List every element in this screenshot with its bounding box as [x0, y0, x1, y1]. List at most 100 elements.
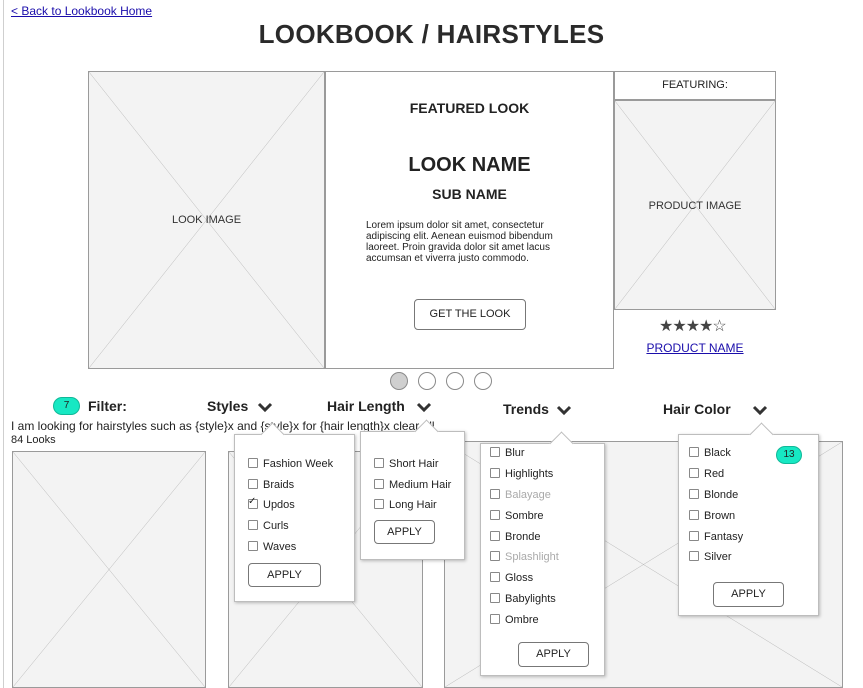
checkbox[interactable] — [490, 614, 500, 624]
chevron-down-icon[interactable] — [556, 404, 572, 416]
hair-color-apply-button[interactable]: APPLY — [713, 582, 784, 607]
option-label: Short Hair — [389, 458, 439, 470]
chevron-down-icon[interactable] — [416, 401, 432, 413]
hair-color-option-blonde[interactable]: Blonde — [689, 489, 738, 501]
trends-option-blur[interactable]: Blur — [490, 447, 525, 459]
checkbox[interactable] — [490, 510, 500, 520]
carousel-dot-2[interactable] — [418, 372, 436, 390]
hair-color-count-badge: 13 — [776, 446, 802, 464]
trends-option-highlights[interactable]: Highlights — [490, 468, 553, 480]
styles-option-braids[interactable]: Braids — [248, 479, 294, 491]
option-label: Blur — [505, 447, 525, 459]
checkbox[interactable] — [689, 510, 699, 520]
styles-option-updos[interactable]: Updos — [248, 496, 295, 511]
option-label: Black — [704, 447, 731, 459]
checkbox[interactable] — [374, 458, 384, 468]
featured-look-panel: FEATURED LOOK LOOK NAME SUB NAME Lorem i… — [325, 71, 614, 369]
option-label: Braids — [263, 479, 295, 491]
hair-color-option-brown[interactable]: Brown — [689, 510, 735, 522]
filter-count-badge: 7 — [53, 397, 80, 415]
checkbox[interactable] — [689, 447, 699, 457]
hair-color-option-black[interactable]: Black — [689, 447, 731, 459]
panel-pointer — [549, 431, 574, 456]
carousel-dot-3[interactable] — [446, 372, 464, 390]
filter-label: Filter: — [88, 398, 127, 414]
chevron-down-icon[interactable] — [257, 401, 273, 413]
checkbox[interactable] — [248, 479, 258, 489]
trends-option-gloss[interactable]: Gloss — [490, 572, 533, 584]
look-description: Lorem ipsum dolor sit amet, consectetur … — [366, 220, 553, 264]
product-image-placeholder[interactable]: PRODUCT IMAGE — [614, 100, 776, 310]
option-label: Silver — [704, 551, 732, 563]
checkbox[interactable] — [374, 479, 384, 489]
option-label: Sombre — [505, 510, 544, 522]
hair-color-option-red[interactable]: Red — [689, 468, 724, 480]
sub-name: SUB NAME — [432, 186, 507, 202]
chevron-down-icon[interactable] — [752, 404, 768, 416]
back-to-lookbook-link[interactable]: < Back to Lookbook Home — [11, 4, 152, 18]
hair-length-option-medium[interactable]: Medium Hair — [374, 479, 451, 491]
checkbox[interactable] — [689, 489, 699, 499]
option-label: Highlights — [505, 468, 554, 480]
checkbox[interactable] — [689, 551, 699, 561]
trends-dropdown-toggle[interactable]: Trends — [503, 401, 549, 417]
option-label: Red — [704, 468, 725, 480]
trends-option-bronde[interactable]: Bronde — [490, 531, 540, 543]
styles-dropdown-panel: Fashion Week Braids Updos Curls Waves AP… — [234, 422, 355, 602]
carousel-dot-1[interactable] — [390, 372, 408, 390]
look-image-label: LOOK IMAGE — [171, 214, 242, 226]
option-label: Brown — [704, 510, 736, 522]
trends-option-ombre[interactable]: Ombre — [490, 614, 539, 626]
hair-color-option-fantasy[interactable]: Fantasy — [689, 531, 743, 543]
styles-option-curls[interactable]: Curls — [248, 520, 289, 532]
styles-dropdown-toggle[interactable]: Styles — [207, 398, 248, 414]
option-label: Fashion Week — [263, 458, 334, 470]
rating-stars-icon: ★★★★☆ — [659, 318, 727, 335]
hair-length-dropdown-toggle[interactable]: Hair Length — [327, 398, 405, 414]
checkbox-checked[interactable] — [248, 496, 258, 509]
hair-color-option-silver[interactable]: Silver — [689, 551, 732, 563]
result-card-image[interactable] — [12, 451, 206, 688]
option-label: Babylights — [505, 593, 556, 605]
carousel-dot-4[interactable] — [474, 372, 492, 390]
hair-length-apply-button[interactable]: APPLY — [374, 520, 435, 544]
product-image-label: PRODUCT IMAGE — [648, 200, 742, 212]
checkbox — [490, 489, 500, 499]
trends-apply-button[interactable]: APPLY — [518, 642, 589, 667]
checkbox[interactable] — [490, 531, 500, 541]
trends-option-sombre[interactable]: Sombre — [490, 510, 544, 522]
trends-dropdown-panel: Blur Highlights Balayage Sombre Bronde S… — [480, 431, 605, 676]
option-label: Fantasy — [704, 531, 744, 543]
checkbox[interactable] — [248, 520, 258, 530]
styles-option-waves[interactable]: Waves — [248, 541, 296, 553]
checkbox[interactable] — [689, 468, 699, 478]
option-label: Blonde — [704, 489, 739, 501]
checkbox[interactable] — [248, 458, 258, 468]
styles-apply-button[interactable]: APPLY — [248, 563, 321, 587]
featured-heading: FEATURED LOOK — [409, 100, 530, 116]
checkbox[interactable] — [689, 531, 699, 541]
look-image-placeholder: LOOK IMAGE — [88, 71, 325, 369]
checkbox[interactable] — [374, 499, 384, 509]
checkbox[interactable] — [248, 541, 258, 551]
trends-option-balayage: Balayage — [490, 489, 551, 501]
hair-color-dropdown-toggle[interactable]: Hair Color — [663, 401, 731, 417]
option-label: Splashlight — [505, 551, 559, 563]
panel-pointer — [749, 422, 774, 447]
hair-length-option-short[interactable]: Short Hair — [374, 458, 439, 470]
get-the-look-button[interactable]: GET THE LOOK — [414, 299, 526, 330]
option-label: Medium Hair — [389, 479, 452, 491]
featuring-label: FEATURING: — [614, 71, 776, 100]
checkbox — [490, 551, 500, 561]
checkbox[interactable] — [490, 572, 500, 582]
checkbox[interactable] — [490, 468, 500, 478]
product-name-link[interactable]: PRODUCT NAME — [614, 341, 776, 355]
hair-length-option-long[interactable]: Long Hair — [374, 499, 437, 511]
hair-length-dropdown-panel: Short Hair Medium Hair Long Hair APPLY — [360, 419, 465, 560]
trends-option-babylights[interactable]: Babylights — [490, 593, 556, 605]
checkbox[interactable] — [490, 447, 500, 457]
page-frame-edge — [3, 0, 4, 688]
styles-option-fashion-week[interactable]: Fashion Week — [248, 458, 333, 470]
trends-option-splashlight: Splashlight — [490, 551, 559, 563]
checkbox[interactable] — [490, 593, 500, 603]
